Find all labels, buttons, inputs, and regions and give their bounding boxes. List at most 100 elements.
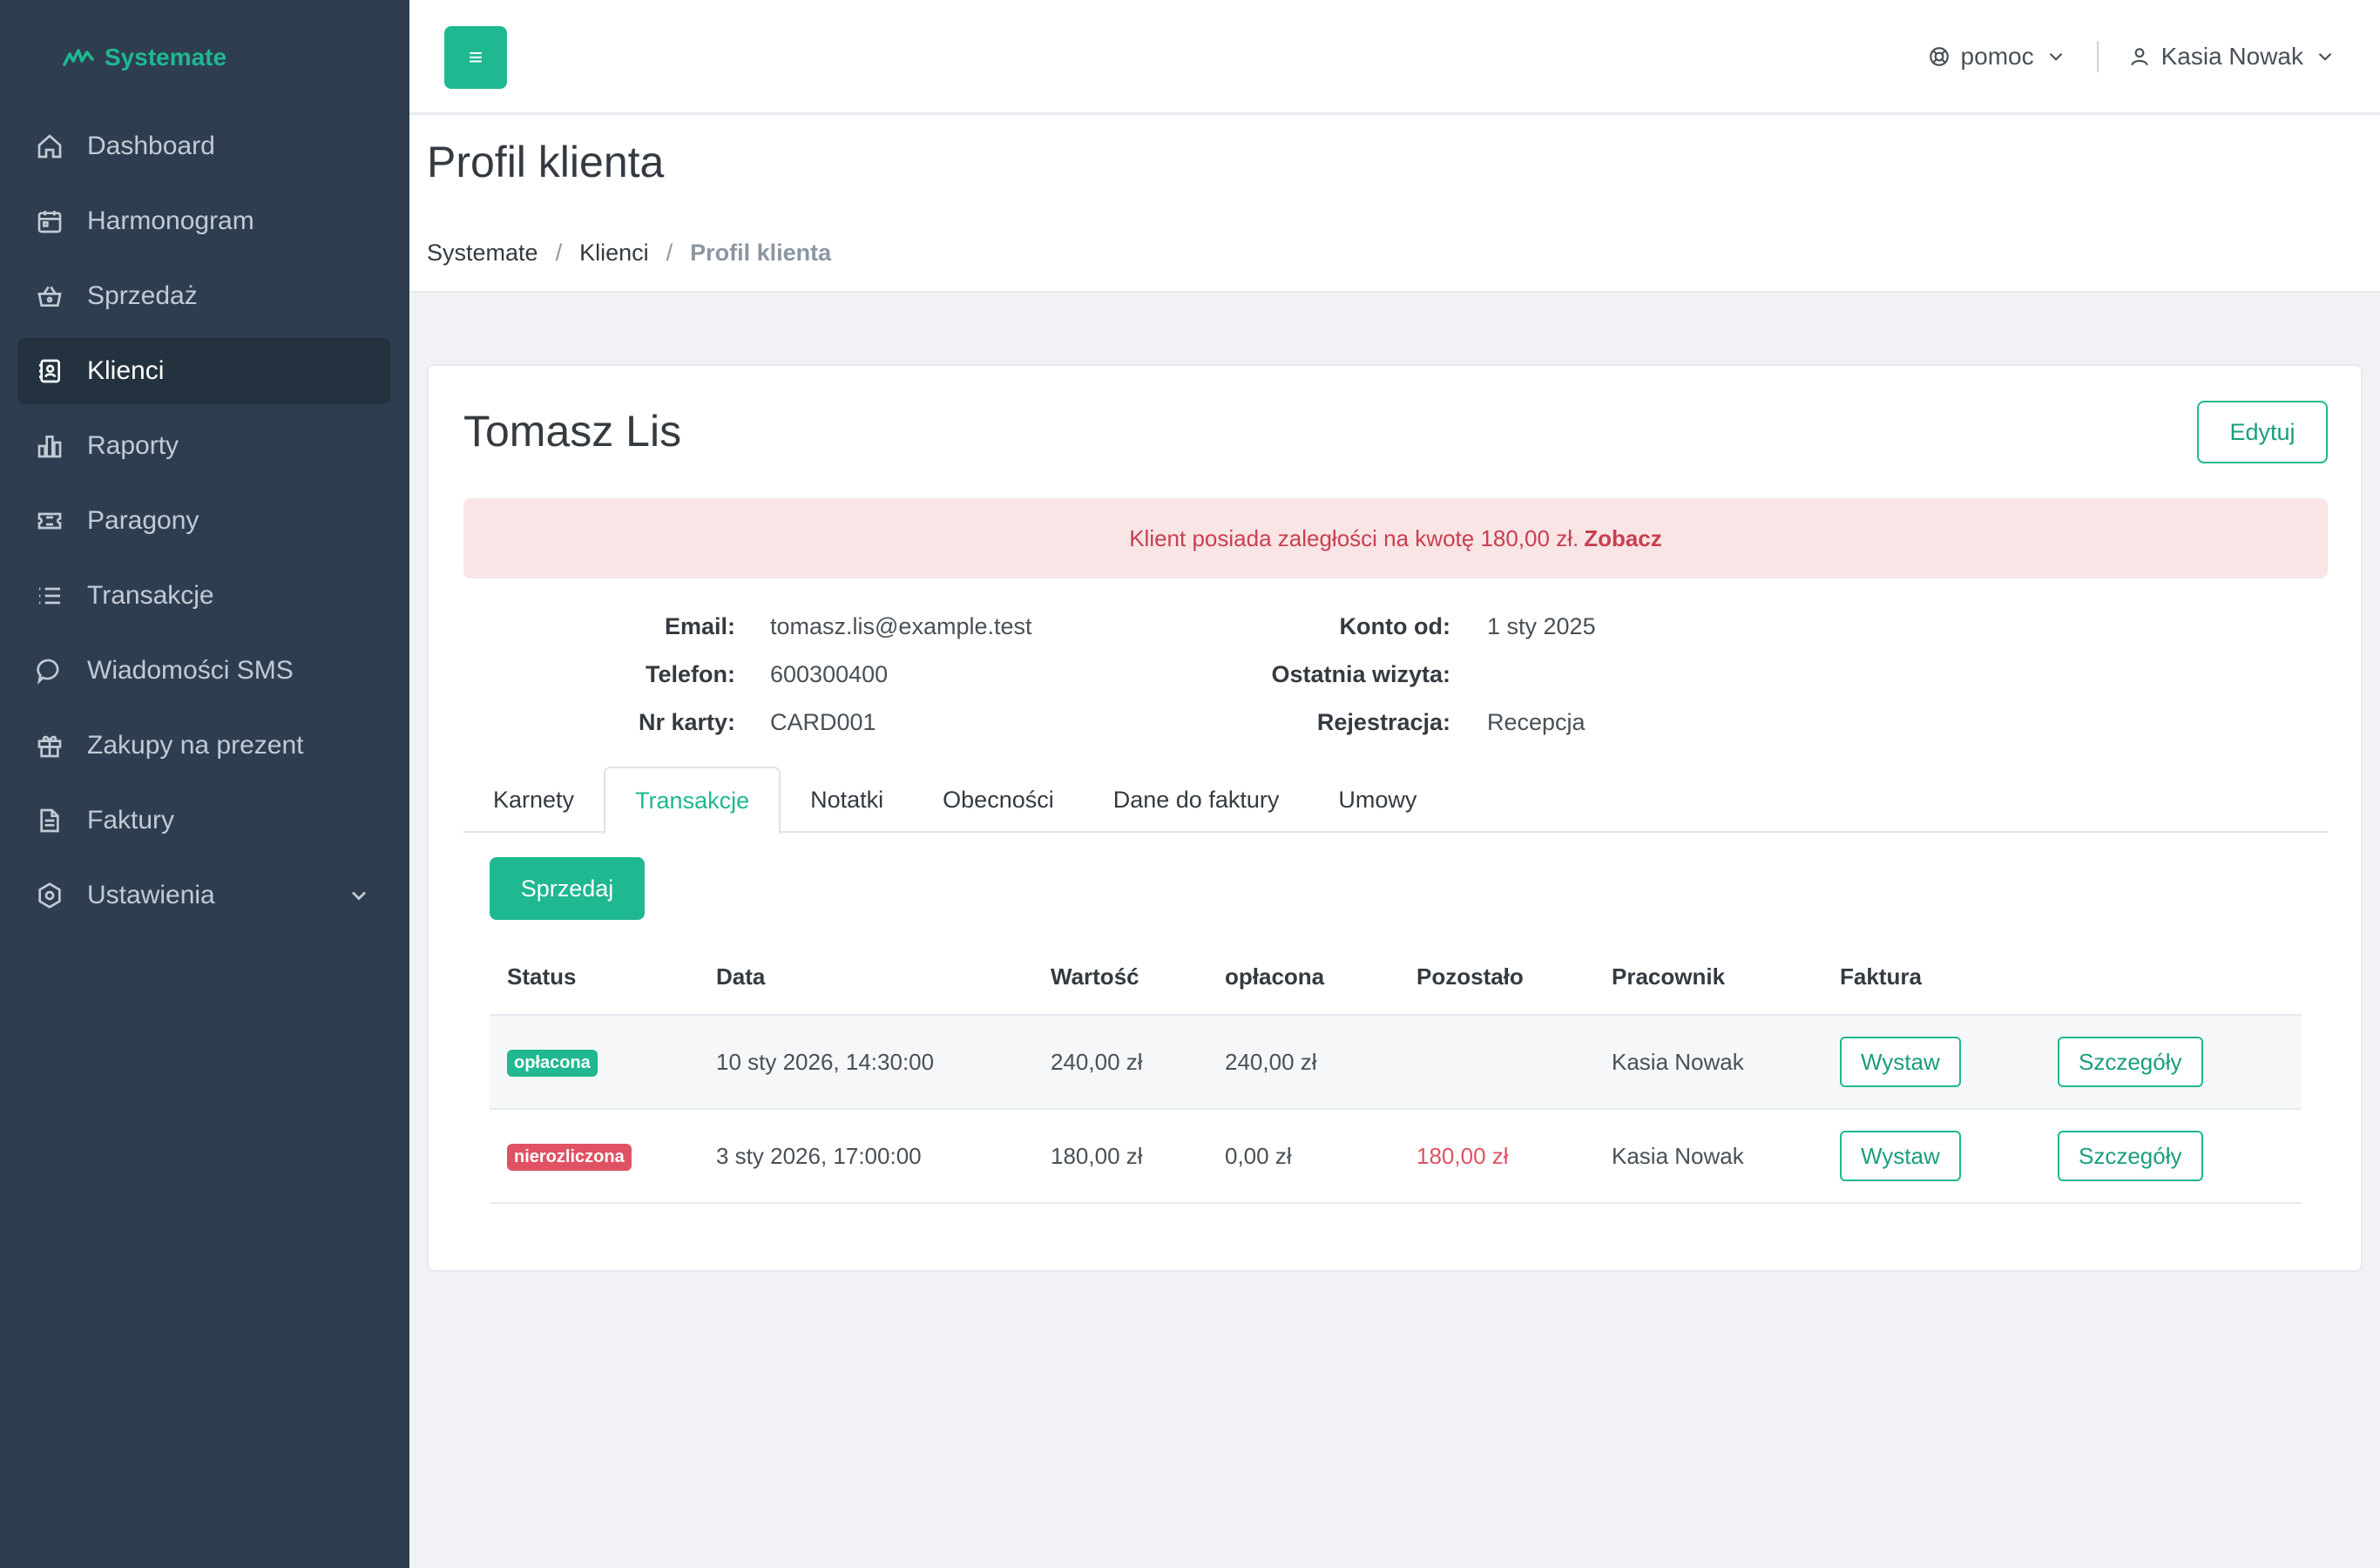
info-value: Recepcja xyxy=(1487,709,1586,735)
info-row-registration: Rejestracja: Recepcja xyxy=(1213,699,1596,747)
table-row: nierozliczona 3 sty 2026, 17:00:00 180,0… xyxy=(490,1110,2302,1204)
paid-cell: 240,00 zł xyxy=(1225,1048,1317,1075)
info-row-email: Email: tomasz.lis@example.test xyxy=(463,603,1032,651)
ticket-icon xyxy=(35,506,64,536)
sidebar-item-klienci[interactable]: Klienci xyxy=(17,338,390,404)
user-name: Kasia Nowak xyxy=(2160,43,2303,70)
page-header: Profil klienta Systemate / Klienci / Pro… xyxy=(409,116,2380,293)
table-row: opłacona 10 sty 2026, 14:30:00 240,00 zł… xyxy=(490,1016,2302,1110)
sidebar-item-gift[interactable]: Zakupy na prezent xyxy=(17,713,390,779)
column-header: Faktura xyxy=(1840,963,1922,990)
employee-cell: Kasia Nowak xyxy=(1612,1048,1744,1075)
column-header: Wartość xyxy=(1051,963,1139,990)
info-label: Konto od: xyxy=(1339,613,1450,639)
sidebar-item-harmonogram[interactable]: Harmonogram xyxy=(17,188,390,254)
sidebar-item-label: Faktury xyxy=(87,806,175,835)
alert-text: Klient posiada zaległości na kwotę 180,0… xyxy=(1129,524,1579,551)
column-header: Pracownik xyxy=(1612,963,1726,990)
breadcrumb: Systemate / Klienci / Profil klienta xyxy=(427,240,831,267)
value-cell: 180,00 zł xyxy=(1051,1142,1143,1169)
transactions-table: Status Data Wartość opłacona Pozostało P… xyxy=(490,939,2302,1204)
breadcrumb-klienci[interactable]: Klienci xyxy=(579,240,649,267)
invoice-cell: Wystaw xyxy=(1840,1037,2058,1087)
date-cell: 10 sty 2026, 14:30:00 xyxy=(716,1048,935,1075)
issue-invoice-button[interactable]: Wystaw xyxy=(1840,1037,1961,1087)
sidebar-item-ustawienia[interactable]: Ustawienia xyxy=(17,862,390,929)
lifebuoy-icon xyxy=(1929,47,1949,66)
brand-name: Systemate xyxy=(105,44,227,71)
sidebar-item-sms[interactable]: Wiadomości SMS xyxy=(17,638,390,704)
sidebar-item-label: Raporty xyxy=(87,431,179,460)
calendar-icon xyxy=(35,206,64,236)
help-label: pomoc xyxy=(1960,43,2034,70)
date-cell: 3 sty 2026, 17:00:00 xyxy=(716,1142,922,1169)
sidebar-item-label: Zakupy na prezent xyxy=(87,731,304,760)
sidebar-item-label: Dashboard xyxy=(87,132,215,160)
page-title: Profil klienta xyxy=(427,138,665,186)
sidebar-item-label: Sprzedaż xyxy=(87,281,198,310)
user-dropdown[interactable]: Kasia Nowak xyxy=(2128,43,2336,71)
edit-button[interactable]: Edytuj xyxy=(2197,401,2328,463)
column-header: Pozostało xyxy=(1417,963,1524,990)
sidebar-nav: Dashboard Harmonogram Sprzedaż Klienci R… xyxy=(17,113,390,937)
brand-wave-icon xyxy=(63,49,94,66)
issue-invoice-button[interactable]: Wystaw xyxy=(1840,1131,1961,1181)
chevron-down-icon[interactable] xyxy=(347,883,371,908)
gift-icon xyxy=(35,731,64,760)
tab-umowy[interactable]: Umowy xyxy=(1308,767,1446,833)
chevron-down-icon xyxy=(2318,52,2332,61)
info-label: Email: xyxy=(664,613,735,639)
sidebar-item-dashboard[interactable]: Dashboard xyxy=(17,113,390,179)
info-value: tomasz.lis@example.test xyxy=(770,613,1032,639)
menu-toggle-button[interactable]: ≡ xyxy=(444,26,507,89)
tab-obecnosci[interactable]: Obecności xyxy=(913,767,1084,833)
details-button[interactable]: Szczegóły xyxy=(2058,1131,2203,1181)
status-badge: nierozliczona xyxy=(507,1144,632,1171)
sidebar-item-faktury[interactable]: Faktury xyxy=(17,787,390,854)
sidebar-item-sprzedaz[interactable]: Sprzedaż xyxy=(17,263,390,329)
details-button[interactable]: Szczegóły xyxy=(2058,1037,2203,1087)
home-icon xyxy=(35,132,64,161)
breadcrumb-systemate[interactable]: Systemate xyxy=(427,240,538,267)
info-label: Ostatnia wizyta: xyxy=(1271,661,1450,687)
basket-icon xyxy=(35,281,64,311)
hamburger-icon: ≡ xyxy=(468,44,483,71)
info-value: 600300400 xyxy=(770,661,889,687)
chat-icon xyxy=(35,656,64,686)
user-icon xyxy=(2130,48,2148,66)
details-cell: Szczegóły xyxy=(2058,1131,2302,1181)
status-cell: nierozliczona xyxy=(490,1141,716,1171)
topbar-divider xyxy=(2096,41,2099,72)
topbar: ≡ pomoc Kasia Nowak xyxy=(409,0,2380,114)
sidebar-item-label: Harmonogram xyxy=(87,206,254,235)
info-label: Rejestracja: xyxy=(1316,709,1450,735)
info-row-account-since: Konto od: 1 sty 2025 xyxy=(1213,603,1596,651)
info-label: Telefon: xyxy=(646,661,735,687)
client-profile-card: Tomasz Lis Edytuj Klient posiada zaległo… xyxy=(427,364,2363,1272)
document-icon xyxy=(35,806,64,835)
settings-icon xyxy=(35,881,64,910)
brand-logo[interactable]: Systemate xyxy=(63,40,227,75)
sidebar-item-label: Ustawienia xyxy=(87,881,215,909)
list-icon xyxy=(35,581,64,611)
sidebar-item-label: Transakcje xyxy=(87,581,214,610)
details-cell: Szczegóły xyxy=(2058,1037,2302,1087)
sidebar-item-paragony[interactable]: Paragony xyxy=(17,488,390,554)
sidebar-item-transakcje[interactable]: Transakcje xyxy=(17,563,390,629)
alert-see-link[interactable]: Zobacz xyxy=(1584,525,1662,552)
status-cell: opłacona xyxy=(490,1047,716,1077)
invoice-cell: Wystaw xyxy=(1840,1131,2058,1181)
help-dropdown[interactable]: pomoc xyxy=(1928,43,2067,71)
breadcrumb-separator: / xyxy=(555,240,563,266)
chevron-down-icon xyxy=(2049,52,2062,61)
debt-alert: Klient posiada zaległości na kwotę 180,0… xyxy=(463,498,2328,578)
tab-dane-do-faktury[interactable]: Dane do faktury xyxy=(1084,767,1309,833)
tab-transakcje[interactable]: Transakcje xyxy=(604,767,781,835)
sell-button[interactable]: Sprzedaj xyxy=(490,857,645,920)
tab-notatki[interactable]: Notatki xyxy=(781,767,913,833)
column-header: opłacona xyxy=(1225,963,1325,990)
sidebar-item-raporty[interactable]: Raporty xyxy=(17,413,390,479)
remaining-cell: 180,00 zł xyxy=(1417,1142,1509,1169)
tab-karnety[interactable]: Karnety xyxy=(463,767,604,833)
profile-tabs: Karnety Transakcje Notatki Obecności Dan… xyxy=(463,767,2328,835)
